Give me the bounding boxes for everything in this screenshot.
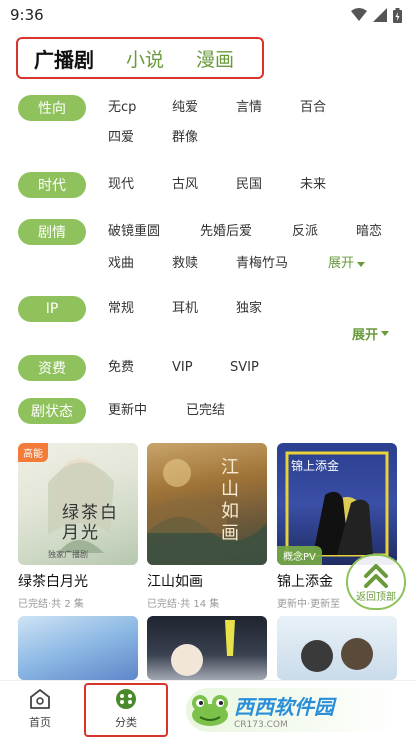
status-bar: 9:36 — [0, 0, 416, 30]
cover-art — [147, 459, 267, 565]
drama-card[interactable]: 江山如画 江山如画 已完结·共 14 集 — [147, 443, 267, 610]
filter-options-plot-2: 戏曲 救赎 青梅竹马 展开 — [108, 255, 392, 273]
card-title: 绿茶白月光 — [18, 574, 88, 590]
nav-home[interactable]: 首页 — [10, 687, 70, 730]
filter-row-status: 剧状态 — [18, 398, 86, 424]
filter-option[interactable]: 现代 — [108, 176, 172, 194]
filter-label-plot: 剧情 — [18, 219, 86, 245]
caret-down-icon — [357, 261, 366, 267]
filter-options-status: 更新中 已完结 — [108, 402, 250, 420]
filter-row-orientation: 性向 — [18, 95, 86, 121]
nav-category-label: 分类 — [115, 716, 137, 729]
nav-category[interactable]: 分类 — [96, 687, 156, 730]
filter-option[interactable]: 已完结 — [186, 402, 250, 420]
drama-cover — [277, 616, 397, 680]
expand-plot-button[interactable]: 展开 — [328, 255, 392, 273]
filter-label-status: 剧状态 — [18, 398, 86, 424]
drama-card[interactable] — [147, 616, 267, 680]
filter-row-era: 时代 — [18, 172, 86, 198]
watermark-sub: CR173.COM — [234, 719, 288, 730]
battery-icon — [393, 7, 402, 23]
double-chevron-up-icon — [364, 563, 388, 588]
filter-option[interactable]: 青梅竹马 — [236, 255, 328, 273]
status-time: 9:36 — [10, 6, 44, 24]
filter-option[interactable]: 戏曲 — [108, 255, 172, 273]
card-title: 江山如画 — [147, 574, 203, 590]
filter-option[interactable]: 免费 — [108, 359, 172, 377]
drama-cover: 江山如画 — [147, 443, 267, 565]
caret-down-icon — [381, 331, 390, 336]
filter-option[interactable]: 破镜重圆 — [108, 223, 200, 241]
filter-label-era: 时代 — [18, 172, 86, 198]
status-icons — [351, 7, 402, 23]
filter-option[interactable]: SVIP — [230, 359, 294, 377]
card-meta: 已完结·共 14 集 — [147, 599, 220, 610]
back-to-top-label: 返回顶部 — [356, 591, 396, 603]
drama-cover: 锦上添金 概念PV — [277, 443, 397, 565]
watermark-text: 西西软件园 CR173.COM — [234, 691, 334, 730]
cover-subtitle-text: 独家广播剧 — [48, 550, 88, 559]
cover-title-text: 江山如画 — [221, 457, 239, 544]
filter-option[interactable]: 更新中 — [108, 402, 186, 420]
filter-option[interactable]: 先婚后爱 — [200, 223, 292, 241]
filter-label-ip: IP — [18, 296, 86, 322]
filter-option[interactable]: 四爱 — [108, 129, 172, 147]
filter-option[interactable]: 未来 — [300, 176, 364, 194]
filter-options-ip: 常规 耳机 独家 — [108, 300, 364, 318]
cover-art — [301, 638, 373, 672]
drama-card[interactable] — [18, 616, 138, 680]
filter-option[interactable]: 纯爱 — [172, 99, 236, 117]
expand-label: 展开 — [328, 256, 355, 271]
cover-title-text: 锦上添金 — [291, 459, 340, 473]
filter-option[interactable]: 古风 — [172, 176, 236, 194]
drama-cover — [18, 616, 138, 680]
filter-options-orientation: 无cp 纯爱 言情 百合 四爱 群像 — [108, 99, 364, 147]
category-icon — [116, 689, 136, 709]
filter-option[interactable]: 群像 — [172, 129, 236, 147]
filter-label-fee: 资费 — [18, 355, 86, 381]
filter-option[interactable]: 常规 — [108, 300, 172, 318]
filter-option[interactable]: 耳机 — [172, 300, 236, 318]
filter-row-fee: 资费 — [18, 355, 86, 381]
tab-comic[interactable]: 漫画 — [196, 45, 234, 72]
content-type-tabs: 广播剧 小说 漫画 — [16, 37, 264, 79]
filter-row-ip: IP — [18, 296, 86, 322]
signal-icon — [373, 8, 387, 22]
filter-options-era: 现代 古风 民国 未来 — [108, 176, 364, 194]
home-icon — [30, 689, 50, 709]
drama-cover — [147, 616, 267, 680]
frog-logo-icon — [192, 695, 228, 726]
filter-option[interactable]: 救赎 — [172, 255, 236, 273]
filter-option[interactable]: 言情 — [236, 99, 300, 117]
filter-option[interactable]: 暗恋 — [356, 223, 396, 241]
drama-card[interactable]: 绿茶白月光 独家广播剧 高能 绿茶白月光 已完结·共 2 集 — [18, 443, 138, 610]
filter-label-orientation: 性向 — [18, 95, 86, 121]
nav-home-label: 首页 — [29, 716, 51, 729]
expand-ip-button[interactable]: 展开 — [352, 324, 390, 343]
cover-art — [171, 620, 235, 676]
filter-option[interactable]: 民国 — [236, 176, 300, 194]
card-badge: 概念PV — [277, 546, 322, 565]
tab-novel[interactable]: 小说 — [126, 45, 164, 72]
filter-option[interactable]: 反派 — [292, 223, 356, 241]
filter-option[interactable]: VIP — [172, 359, 230, 377]
drama-cover: 绿茶白月光 独家广播剧 高能 — [18, 443, 138, 565]
filter-options-fee: 免费 VIP SVIP — [108, 359, 294, 377]
card-meta: 已完结·共 2 集 — [18, 599, 84, 610]
expand-label: 展开 — [352, 328, 379, 343]
tab-radio-drama[interactable]: 广播剧 — [34, 44, 94, 76]
cover-title-text: 绿茶白月光 — [62, 503, 119, 543]
watermark-logo: 西西软件园 CR173.COM — [186, 688, 400, 732]
drama-card[interactable] — [277, 616, 397, 680]
filter-row-plot: 剧情 — [18, 219, 86, 245]
card-badge: 高能 — [18, 443, 48, 462]
back-to-top-button[interactable]: 返回顶部 — [346, 554, 406, 610]
filter-option[interactable]: 百合 — [300, 99, 364, 117]
filter-option[interactable]: 独家 — [236, 300, 300, 318]
filter-option[interactable]: 无cp — [108, 99, 172, 117]
wifi-icon — [351, 8, 367, 21]
watermark-main: 西西软件园 — [234, 694, 334, 719]
filter-options-plot: 破镜重圆 先婚后爱 反派 暗恋 — [108, 223, 396, 241]
